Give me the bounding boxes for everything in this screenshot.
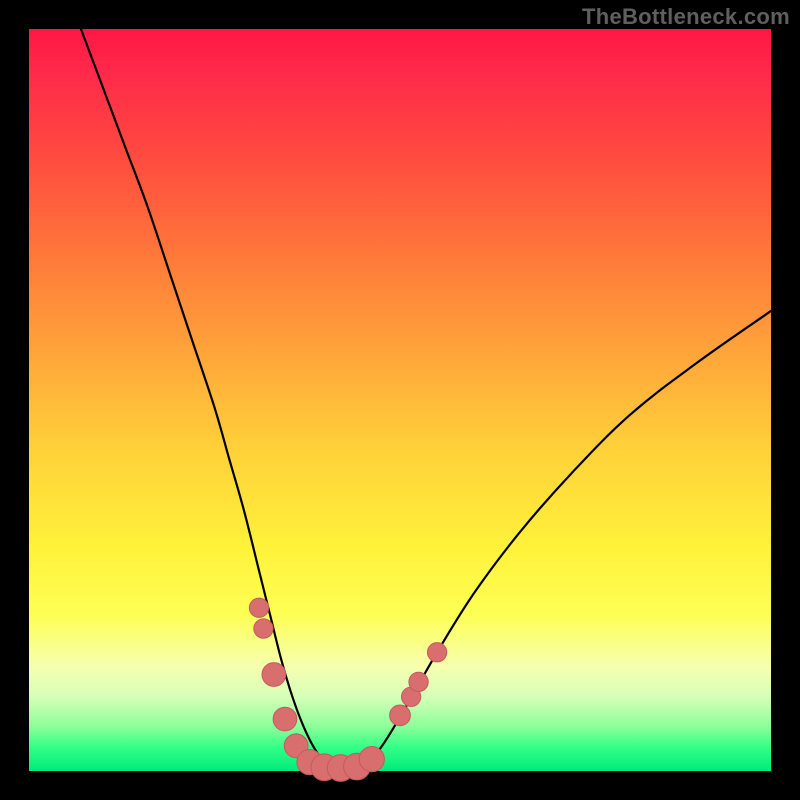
chart-plot-area [29, 29, 771, 771]
data-marker [409, 672, 428, 691]
marker-layer [249, 598, 446, 781]
data-marker [427, 643, 446, 662]
data-marker [359, 747, 384, 772]
bottleneck-curve [81, 29, 771, 769]
chart-svg [29, 29, 771, 771]
data-marker [273, 707, 297, 731]
watermark-text: TheBottleneck.com [582, 4, 790, 30]
data-marker [262, 663, 286, 687]
data-marker [249, 598, 268, 617]
data-marker [390, 705, 411, 726]
data-marker [254, 619, 273, 638]
chart-frame: TheBottleneck.com [0, 0, 800, 800]
